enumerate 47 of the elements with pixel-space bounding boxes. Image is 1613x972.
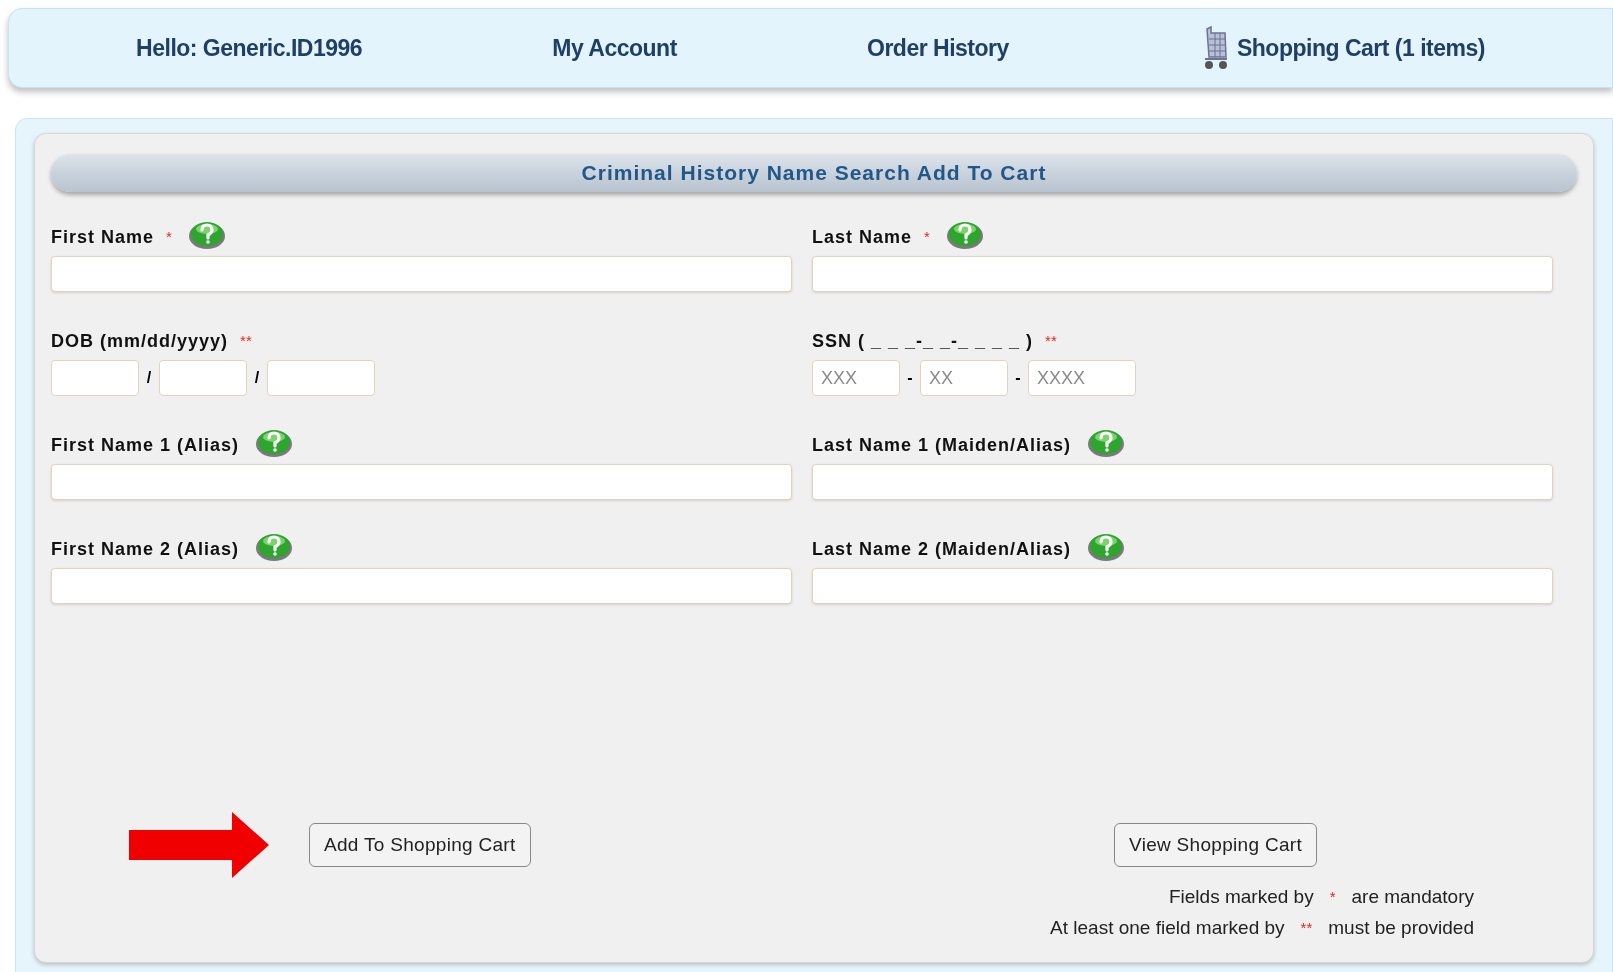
note-text: Fields marked by: [1168, 885, 1314, 909]
field-label: Last Name: [812, 225, 913, 249]
text-field[interactable]: [812, 464, 1553, 500]
text-field[interactable]: [159, 360, 247, 396]
note-text: At least one field marked by: [1050, 915, 1285, 940]
text-field[interactable]: [812, 256, 1553, 292]
required-marker: *: [1329, 887, 1336, 907]
help-icon[interactable]: [1087, 532, 1126, 562]
nav-link[interactable]: My Account: [552, 30, 677, 66]
help-icon[interactable]: [255, 532, 294, 562]
text-field[interactable]: [51, 464, 792, 500]
text-field[interactable]: XXXX: [1028, 360, 1136, 396]
help-icon[interactable]: [255, 428, 294, 458]
field-label: DOB (mm/dd/yyyy): [51, 329, 229, 353]
nav-link[interactable]: Shopping Cart (1 items): [1198, 25, 1485, 71]
required-marker: **: [1300, 917, 1313, 938]
form-title: Criminal History Name Search Add To Cart: [51, 154, 1577, 192]
field-label: SSN ( _ _ _-_ _-_ _ _ _ ): [812, 329, 1034, 353]
note-text: are mandatory: [1351, 885, 1474, 909]
separator: -: [906, 368, 914, 388]
required-marker: *: [924, 226, 930, 247]
nav-link[interactable]: Order History: [867, 30, 1009, 66]
text-field[interactable]: [267, 360, 375, 396]
field-label: Last Name 1 (Maiden/Alias): [812, 433, 1072, 457]
text-field[interactable]: XX: [920, 360, 1008, 396]
text-field[interactable]: [51, 360, 139, 396]
nav-link[interactable]: Hello: Generic.ID1996: [136, 30, 363, 66]
required-marker: **: [1045, 330, 1057, 351]
text-field[interactable]: [51, 568, 792, 604]
action-button[interactable]: Add To Shopping Cart: [309, 823, 531, 867]
required-marker: *: [166, 226, 172, 247]
separator: -: [1014, 368, 1022, 388]
help-icon[interactable]: [1087, 428, 1126, 458]
field-label: Last Name 2 (Maiden/Alias): [812, 537, 1072, 561]
separator: /: [145, 368, 153, 388]
text-field[interactable]: XXX: [812, 360, 900, 396]
field-label: First Name: [51, 225, 155, 249]
help-icon[interactable]: [187, 220, 226, 250]
text-field[interactable]: [51, 256, 792, 292]
help-icon[interactable]: [945, 220, 984, 250]
field-label: First Name 1 (Alias): [51, 433, 240, 457]
action-button[interactable]: View Shopping Cart: [1114, 823, 1317, 867]
separator: /: [253, 368, 261, 388]
note-text: must be provided: [1328, 915, 1474, 940]
required-marker: **: [240, 330, 252, 351]
text-field[interactable]: [812, 568, 1553, 604]
field-label: First Name 2 (Alias): [51, 537, 240, 561]
